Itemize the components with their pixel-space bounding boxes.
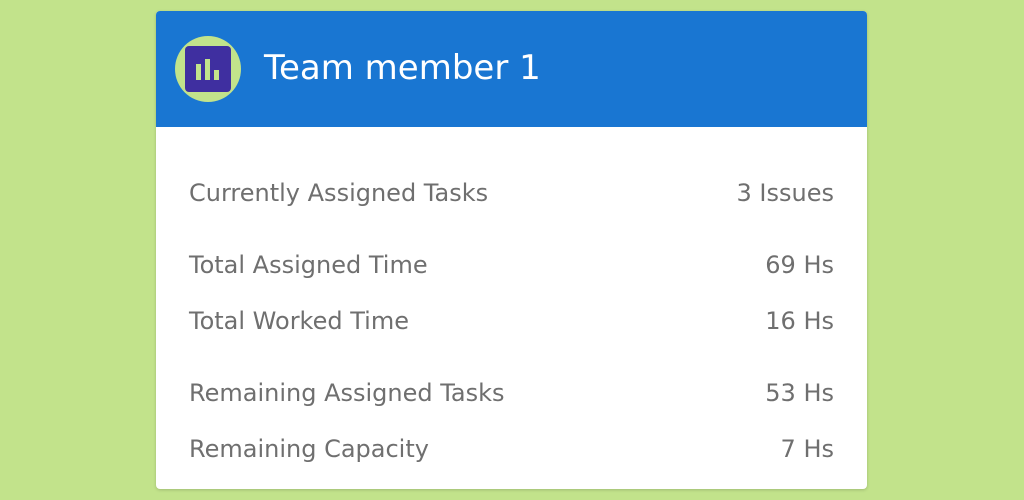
stat-row-currently-assigned-tasks: Currently Assigned Tasks 3 Issues [189, 175, 834, 211]
stat-value: 16 Hs [765, 307, 834, 335]
team-member-card: Team member 1 Currently Assigned Tasks 3… [156, 11, 867, 489]
stat-value: 53 Hs [765, 379, 834, 407]
stat-label: Currently Assigned Tasks [189, 179, 489, 207]
stat-value: 3 Issues [736, 179, 834, 207]
stat-row-total-worked-time: Total Worked Time 16 Hs [189, 303, 834, 339]
card-title: Team member 1 [264, 48, 541, 88]
stat-row-remaining-capacity: Remaining Capacity 7 Hs [189, 431, 834, 467]
avatar [175, 36, 241, 102]
stat-label: Remaining Assigned Tasks [189, 379, 505, 407]
stat-value: 7 Hs [780, 435, 834, 463]
stat-label: Total Worked Time [189, 307, 409, 335]
bar-chart-icon [185, 46, 231, 92]
stat-label: Total Assigned Time [189, 251, 428, 279]
stat-row-remaining-assigned-tasks: Remaining Assigned Tasks 53 Hs [189, 375, 834, 411]
stat-label: Remaining Capacity [189, 435, 429, 463]
card-header: Team member 1 [156, 11, 867, 127]
stat-value: 69 Hs [765, 251, 834, 279]
stat-row-total-assigned-time: Total Assigned Time 69 Hs [189, 247, 834, 283]
